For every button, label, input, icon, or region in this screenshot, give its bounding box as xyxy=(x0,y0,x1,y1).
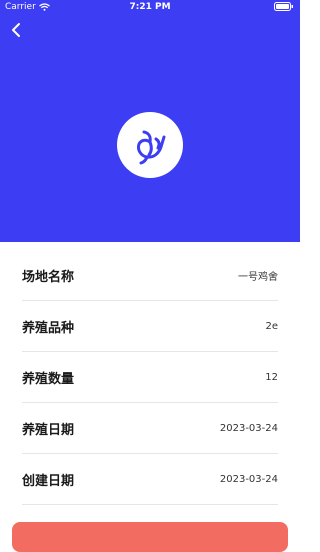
clock: 7:21 PM xyxy=(129,2,171,12)
header-banner: Carrier 7:21 PM xyxy=(0,0,300,242)
detail-row-breed: 养殖品种 2e xyxy=(22,301,278,352)
detail-row-site-name: 场地名称 一号鸡舍 xyxy=(22,250,278,301)
detail-value: 12 xyxy=(265,371,278,383)
detail-label: 养殖数量 xyxy=(22,371,75,387)
bird-logo-icon xyxy=(137,130,166,165)
detail-row-quantity: 养殖数量 12 xyxy=(22,352,278,403)
back-button[interactable] xyxy=(6,20,26,40)
battery-icon xyxy=(274,2,293,11)
bottom-action-button[interactable] xyxy=(12,522,288,552)
chevron-left-icon xyxy=(12,23,20,37)
detail-value: 一号鸡舍 xyxy=(238,271,278,283)
detail-label: 场地名称 xyxy=(22,269,75,285)
detail-value: 2023-03-24 xyxy=(219,422,278,434)
detail-row-created-date: 创建日期 2023-03-24 xyxy=(22,454,278,505)
detail-label: 养殖日期 xyxy=(22,422,75,438)
detail-list: 场地名称 一号鸡舍 养殖品种 2e 养殖数量 12 养殖日期 2023-03-2… xyxy=(0,250,300,505)
app-logo xyxy=(117,112,183,178)
detail-value: 2023-03-24 xyxy=(219,473,278,485)
detail-value: 2e xyxy=(265,320,278,332)
detail-label: 创建日期 xyxy=(22,473,75,489)
detail-label: 养殖品种 xyxy=(22,320,75,336)
status-bar: Carrier 7:21 PM xyxy=(0,0,300,14)
detail-row-breeding-date: 养殖日期 2023-03-24 xyxy=(22,403,278,454)
